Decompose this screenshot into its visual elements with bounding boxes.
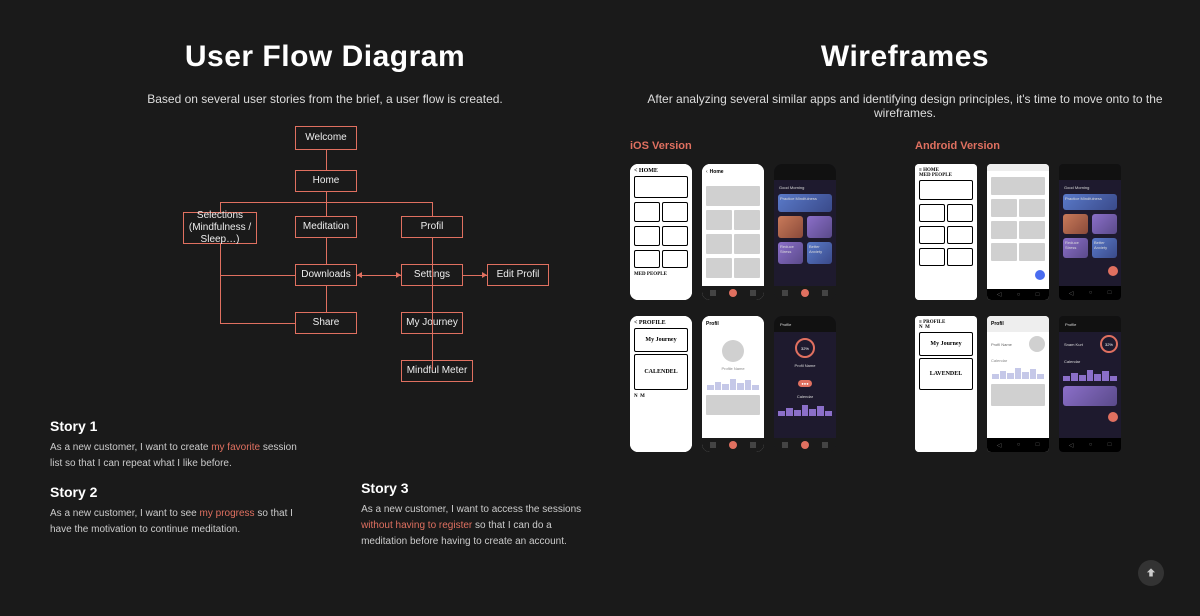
user-flow-subtitle: Based on several user stories from the b…: [50, 92, 600, 106]
wireframes-section: Wireframes After analyzing several simil…: [610, 0, 1200, 616]
flow-node-edit-profil: Edit Profil: [487, 264, 549, 286]
android-lofi-profile: Profil Profil Name Calendar: [987, 316, 1049, 452]
ios-label: iOS Version: [630, 140, 895, 152]
flow-node-home: Home: [295, 170, 357, 192]
story-1-title: Story 1: [50, 418, 331, 434]
android-label: Android Version: [915, 140, 1180, 152]
wireframes-title: Wireframes: [630, 40, 1180, 74]
android-column: Android Version ≡ HOME MED PEOPLE: [915, 140, 1180, 468]
flow-node-mindful-meter: Mindful Meter: [401, 360, 473, 382]
user-flow-title: User Flow Diagram: [50, 40, 600, 74]
story-3-text: As a new customer, I want to access the …: [361, 502, 600, 550]
arrow-up-icon: [1144, 566, 1158, 580]
flow-node-share: Share: [295, 312, 357, 334]
flow-node-selections: Selections (Mindfulness / Sleep…): [183, 212, 257, 244]
ios-lofi-home: ‹ Home: [702, 164, 764, 300]
wireframes-subtitle: After analyzing several similar apps and…: [630, 92, 1180, 120]
story-1-text: As a new customer, I want to create my f…: [50, 440, 310, 472]
story-2-title: Story 2: [50, 484, 331, 500]
flow-node-meditation: Meditation: [295, 216, 357, 238]
android-hifi-profile: Profile Snam Kurt 32% Calendar: [1059, 316, 1121, 452]
flow-node-welcome: Welcome: [295, 126, 357, 150]
ios-hifi-profile: Profile 32% Profil Name ●●● Calendar: [774, 316, 836, 452]
android-lofi-home: ◁○□: [987, 164, 1049, 300]
flow-diagram: Welcome Home Selections (Mindfulness / S…: [115, 126, 535, 396]
flow-node-downloads: Downloads: [295, 264, 357, 286]
stories: Story 1 As a new customer, I want to cre…: [50, 406, 600, 550]
ios-hifi-home: Good Morning Practice Mindfulness Reduce…: [774, 164, 836, 300]
scroll-to-top-button[interactable]: [1138, 560, 1164, 586]
android-sketch-profile: ≡ PROFILE N M My Journey LAVENDEL: [915, 316, 977, 452]
story-3-title: Story 3: [361, 480, 600, 496]
ios-sketch-home: < HOME: [630, 164, 692, 300]
android-hifi-home: Good Morning Practice Mindfulness Reduce…: [1059, 164, 1121, 300]
user-flow-section: User Flow Diagram Based on several user …: [0, 0, 610, 616]
flow-node-profil: Profil: [401, 216, 463, 238]
ios-lofi-profile: Profil Profile Name: [702, 316, 764, 452]
ios-sketch-profile: < PROFILE My Journey CALENDEL N M: [630, 316, 692, 452]
ios-column: iOS Version < HOME: [630, 140, 895, 468]
story-2-text: As a new customer, I want to see my prog…: [50, 506, 310, 538]
android-sketch-home: ≡ HOME MED PEOPLE: [915, 164, 977, 300]
